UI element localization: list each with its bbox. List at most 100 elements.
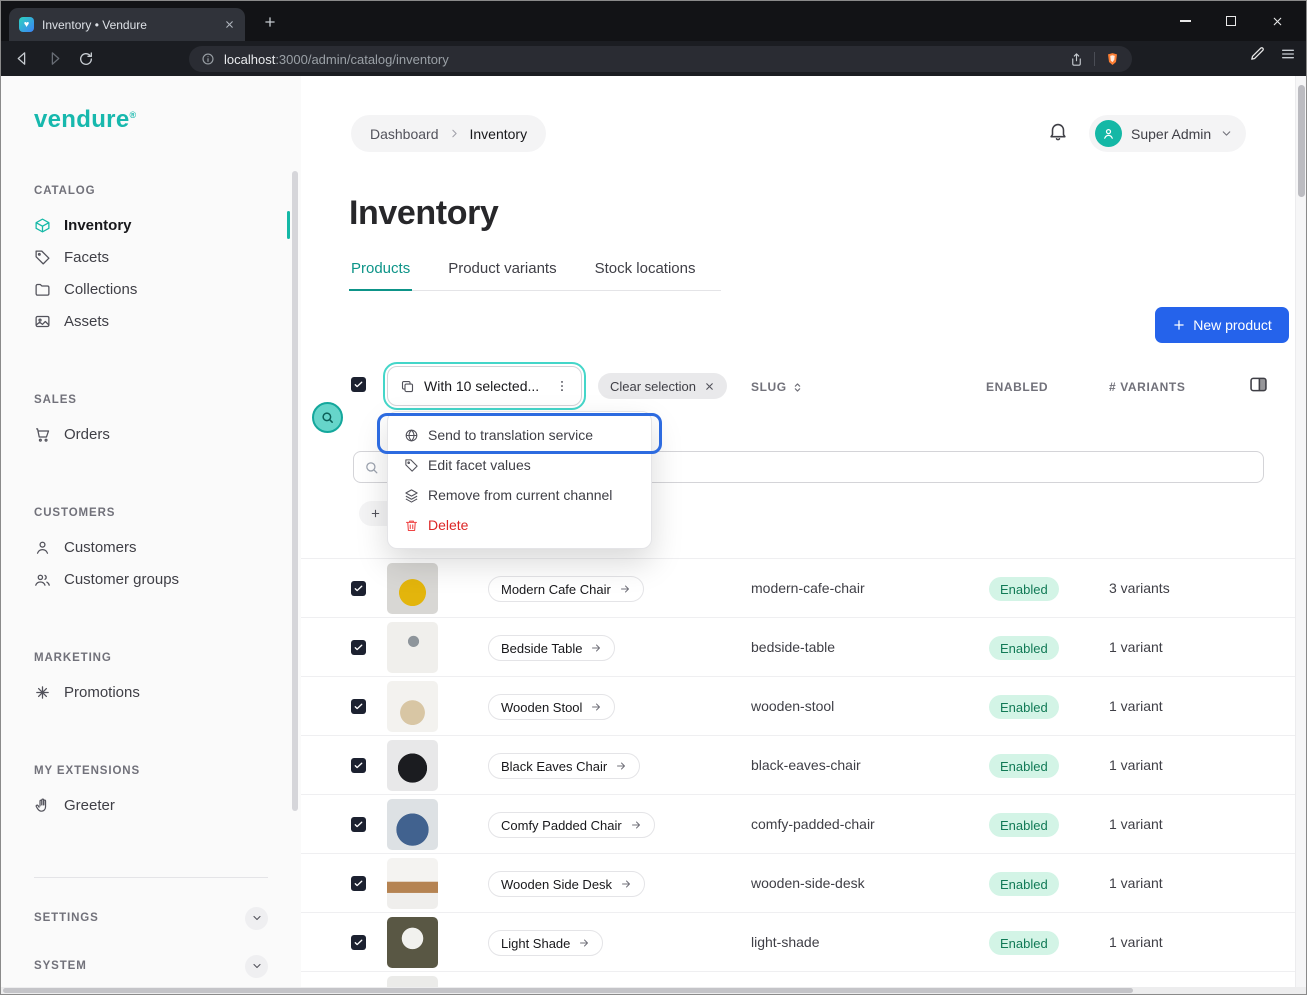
vendure-logo: vendure®	[34, 106, 301, 134]
sidebar-item-label: Orders	[64, 426, 110, 443]
horizontal-scrollbar-thumb[interactable]	[3, 988, 1133, 993]
logo-trademark: ®	[129, 110, 136, 120]
product-slug: light-shade	[751, 934, 820, 950]
status-badge: Enabled	[989, 813, 1059, 837]
sidebar-item-orders[interactable]: Orders	[1, 418, 301, 450]
column-header-variants: # VARIANTS	[1109, 380, 1185, 394]
product-thumbnail[interactable]	[387, 740, 438, 791]
tag-icon	[404, 458, 419, 473]
with-selected-button[interactable]: With 10 selected...	[387, 366, 582, 406]
product-thumbnail[interactable]	[387, 799, 438, 850]
sidebar-item-greeter[interactable]: Greeter	[1, 789, 301, 821]
sidebar-section-system[interactable]: SYSTEM	[1, 942, 301, 990]
row-checkbox[interactable]	[351, 581, 366, 596]
row-checkbox[interactable]	[351, 935, 366, 950]
product-name-link[interactable]: Modern Cafe Chair	[488, 576, 644, 602]
maximize-button[interactable]	[1208, 5, 1254, 37]
url-bar[interactable]: localhost:3000/admin/catalog/inventory	[189, 46, 1132, 72]
users-icon	[34, 571, 51, 588]
product-slug: black-eaves-chair	[751, 757, 861, 773]
translate-icon	[404, 428, 419, 443]
status-badge: Enabled	[989, 872, 1059, 896]
menu-icon[interactable]	[1280, 46, 1296, 62]
sidebar-item-promotions[interactable]: Promotions	[1, 676, 301, 708]
nav-section-sales: SALES Orders	[1, 393, 301, 450]
product-thumbnail[interactable]	[387, 858, 438, 909]
row-checkbox[interactable]	[351, 699, 366, 714]
minimize-button[interactable]	[1162, 5, 1208, 37]
table-row: Bedside Table bedside-table Enabled 1 va…	[301, 617, 1297, 676]
product-name-link[interactable]: Light Shade	[488, 930, 603, 956]
share-icon[interactable]	[1069, 52, 1084, 67]
breadcrumb-dashboard[interactable]: Dashboard	[370, 126, 439, 142]
tab-products[interactable]: Products	[349, 260, 412, 291]
site-info-icon[interactable]	[201, 52, 215, 66]
close-window-button[interactable]	[1254, 5, 1300, 37]
tab-product-variants[interactable]: Product variants	[446, 260, 558, 290]
back-button[interactable]	[11, 48, 33, 70]
new-tab-button[interactable]	[259, 11, 281, 33]
product-name-link[interactable]: Black Eaves Chair	[488, 753, 640, 779]
variant-count: 1 variant	[1109, 934, 1163, 950]
clear-selection-button[interactable]: Clear selection	[598, 373, 727, 399]
menu-item-remove-from-channel[interactable]: Remove from current channel	[394, 480, 645, 510]
brave-shield-icon[interactable]	[1105, 51, 1120, 67]
vertical-scrollbar[interactable]	[1295, 76, 1306, 987]
chevron-down-icon[interactable]	[245, 955, 268, 978]
product-name-link[interactable]: Wooden Side Desk	[488, 871, 645, 897]
product-name-link[interactable]: Wooden Stool	[488, 694, 615, 720]
menu-item-send-to-translation[interactable]: Send to translation service	[394, 420, 645, 450]
nav-section-catalog: CATALOG Inventory Facets	[1, 184, 301, 337]
sidebar-item-label: Customer groups	[64, 571, 179, 588]
menu-item-label: Edit facet values	[428, 457, 531, 473]
menu-item-edit-facet-values[interactable]: Edit facet values	[394, 450, 645, 480]
user-menu[interactable]: Super Admin	[1089, 115, 1246, 152]
menu-item-delete[interactable]: Delete	[394, 510, 645, 540]
vertical-scrollbar-thumb[interactable]	[1298, 85, 1305, 197]
sidebar-item-customers[interactable]: Customers	[1, 531, 301, 563]
edit-icon[interactable]	[1249, 45, 1266, 62]
product-thumbnail[interactable]	[387, 622, 438, 673]
sidebar-item-customer-groups[interactable]: Customer groups	[1, 563, 301, 595]
browser-tab[interactable]: ♥ Inventory • Vendure	[9, 8, 245, 41]
product-thumbnail[interactable]	[387, 917, 438, 968]
select-all-checkbox[interactable]	[351, 377, 366, 392]
notifications-bell-icon[interactable]	[1047, 120, 1069, 142]
sidebar-item-assets[interactable]: Assets	[1, 305, 301, 337]
arrow-right-icon	[615, 760, 627, 772]
nav-section-my-extensions: MY EXTENSIONS Greeter	[1, 764, 301, 821]
nav-section-header: SALES	[1, 393, 301, 408]
toolbar-divider	[1094, 52, 1095, 66]
chevron-down-icon[interactable]	[245, 907, 268, 930]
url-path: :3000/admin/catalog/inventory	[275, 52, 448, 67]
sidebar-item-inventory[interactable]: Inventory	[1, 209, 301, 241]
new-product-button[interactable]: New product	[1155, 307, 1289, 343]
product-name-link[interactable]: Bedside Table	[488, 635, 615, 661]
sidebar-item-collections[interactable]: Collections	[1, 273, 301, 305]
sidebar-item-facets[interactable]: Facets	[1, 241, 301, 273]
user-name: Super Admin	[1131, 126, 1211, 142]
product-thumbnail[interactable]	[387, 563, 438, 614]
row-checkbox[interactable]	[351, 758, 366, 773]
row-checkbox[interactable]	[351, 640, 366, 655]
sidebar-section-settings[interactable]: SETTINGS	[1, 894, 301, 942]
table-row: Wooden Side Desk wooden-side-desk Enable…	[301, 853, 1297, 912]
horizontal-scrollbar[interactable]	[1, 987, 1306, 994]
row-checkbox[interactable]	[351, 817, 366, 832]
search-icon	[364, 460, 379, 475]
tab-stock-locations[interactable]: Stock locations	[593, 260, 698, 290]
arrow-right-icon	[590, 642, 602, 654]
nav-section-header: MARKETING	[1, 651, 301, 666]
forward-button[interactable]	[43, 48, 65, 70]
kebab-menu-icon[interactable]	[555, 379, 569, 393]
column-header-slug[interactable]: SLUG	[751, 380, 804, 394]
row-checkbox[interactable]	[351, 876, 366, 891]
tab-close-icon[interactable]	[224, 19, 235, 30]
product-name-link[interactable]: Comfy Padded Chair	[488, 812, 655, 838]
columns-settings-icon[interactable]	[1248, 374, 1269, 395]
sparkle-icon	[34, 684, 51, 701]
sidebar-scrollbar[interactable]	[292, 171, 298, 811]
product-thumbnail[interactable]	[387, 681, 438, 732]
reload-button[interactable]	[75, 48, 97, 70]
menu-item-label: Remove from current channel	[428, 487, 612, 503]
